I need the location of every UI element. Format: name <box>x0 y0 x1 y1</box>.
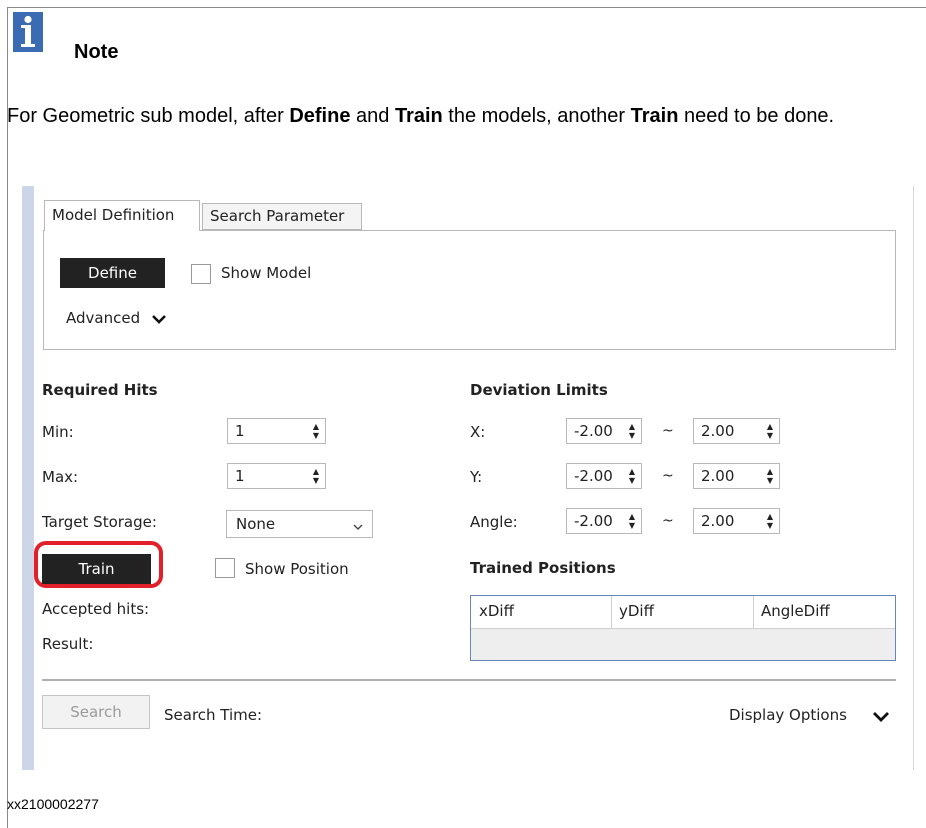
x-min-value: -2.00 <box>574 422 613 440</box>
note-text-run: For Geometric sub model, after <box>7 105 290 127</box>
range-separator: ~ <box>662 468 674 484</box>
x-label: X: <box>470 423 486 441</box>
search-button[interactable]: Search <box>42 695 150 729</box>
max-label: Max: <box>42 468 79 486</box>
y-max-stepper[interactable]: 2.00 ▲ ▼ <box>693 463 780 489</box>
column-header-xdiff[interactable]: xDiff <box>479 602 514 620</box>
note-text-run: and <box>350 105 395 127</box>
tab-model-definition[interactable]: Model Definition <box>44 200 200 231</box>
stepper-arrows-icon[interactable]: ▲ ▼ <box>313 467 319 485</box>
note-title: Note <box>74 41 119 63</box>
tab-search-parameter[interactable]: Search Parameter <box>202 203 362 230</box>
y-min-stepper[interactable]: -2.00 ▲ ▼ <box>566 463 642 489</box>
x-min-stepper[interactable]: -2.00 ▲ ▼ <box>566 418 642 444</box>
min-value: 1 <box>235 422 245 440</box>
x-max-value: 2.00 <box>701 422 735 440</box>
stepper-arrows-icon[interactable]: ▲ ▼ <box>629 422 635 440</box>
figure-caption: xx2100002277 <box>7 796 99 812</box>
column-header-anglediff[interactable]: AngleDiff <box>761 602 830 620</box>
deviation-limits-heading: Deviation Limits <box>470 381 608 399</box>
model-definition-panel <box>43 230 896 350</box>
right-border <box>913 186 914 770</box>
display-options-toggle[interactable]: Display Options <box>729 706 847 724</box>
accepted-hits-label: Accepted hits: <box>42 600 150 618</box>
chevron-down-icon[interactable] <box>151 311 167 329</box>
show-model-label: Show Model <box>221 264 312 282</box>
info-icon <box>13 12 43 52</box>
left-accent-bar <box>22 186 34 770</box>
range-separator: ~ <box>662 423 674 439</box>
angle-min-value: -2.00 <box>574 512 613 530</box>
column-header-ydiff[interactable]: yDiff <box>619 602 654 620</box>
trained-positions-table[interactable]: xDiff yDiff AngleDiff <box>470 595 896 661</box>
required-hits-heading: Required Hits <box>42 381 158 399</box>
stepper-arrows-icon[interactable]: ▲ ▼ <box>629 512 635 530</box>
trained-positions-heading: Trained Positions <box>470 559 616 577</box>
y-min-value: -2.00 <box>574 467 613 485</box>
section-divider <box>42 679 896 681</box>
min-stepper[interactable]: 1 ▲ ▼ <box>227 418 326 444</box>
max-stepper[interactable]: 1 ▲ ▼ <box>227 463 326 489</box>
min-label: Min: <box>42 423 74 441</box>
chevron-down-icon <box>353 517 363 535</box>
angle-max-stepper[interactable]: 2.00 ▲ ▼ <box>693 508 780 534</box>
show-position-checkbox[interactable] <box>215 558 235 578</box>
target-storage-select[interactable]: None <box>226 510 373 538</box>
note-emphasis: Train <box>394 105 443 127</box>
result-label: Result: <box>42 635 94 653</box>
table-header: xDiff yDiff AngleDiff <box>471 596 895 629</box>
vision-tool-screenshot: Search Parameter Model Definition Define… <box>20 186 916 770</box>
y-max-value: 2.00 <box>701 467 735 485</box>
note-text-run: need to be done. <box>678 105 835 127</box>
angle-max-value: 2.00 <box>701 512 735 530</box>
show-model-checkbox[interactable] <box>191 264 211 284</box>
note-emphasis: Train <box>630 105 679 127</box>
target-storage-label: Target Storage: <box>42 513 157 531</box>
show-position-label: Show Position <box>245 560 349 578</box>
define-button[interactable]: Define <box>60 258 165 288</box>
search-time-label: Search Time: <box>164 706 263 724</box>
y-label: Y: <box>470 468 483 486</box>
train-button[interactable]: Train <box>42 554 151 584</box>
range-separator: ~ <box>662 513 674 529</box>
stepper-arrows-icon[interactable]: ▲ ▼ <box>767 422 773 440</box>
note-body: For Geometric sub model, after Define an… <box>7 99 923 133</box>
max-value: 1 <box>235 467 245 485</box>
note-text-run: the models, another <box>442 105 631 127</box>
x-max-stepper[interactable]: 2.00 ▲ ▼ <box>693 418 780 444</box>
column-divider <box>611 596 612 628</box>
angle-min-stepper[interactable]: -2.00 ▲ ▼ <box>566 508 642 534</box>
stepper-arrows-icon[interactable]: ▲ ▼ <box>767 467 773 485</box>
stepper-arrows-icon[interactable]: ▲ ▼ <box>629 467 635 485</box>
advanced-toggle[interactable]: Advanced <box>66 309 140 327</box>
target-storage-value: None <box>236 515 276 533</box>
angle-label: Angle: <box>470 513 518 531</box>
stepper-arrows-icon[interactable]: ▲ ▼ <box>767 512 773 530</box>
column-divider <box>753 596 754 628</box>
note-emphasis: Define <box>289 105 351 127</box>
chevron-down-icon[interactable] <box>872 709 890 727</box>
stepper-arrows-icon[interactable]: ▲ ▼ <box>313 422 319 440</box>
